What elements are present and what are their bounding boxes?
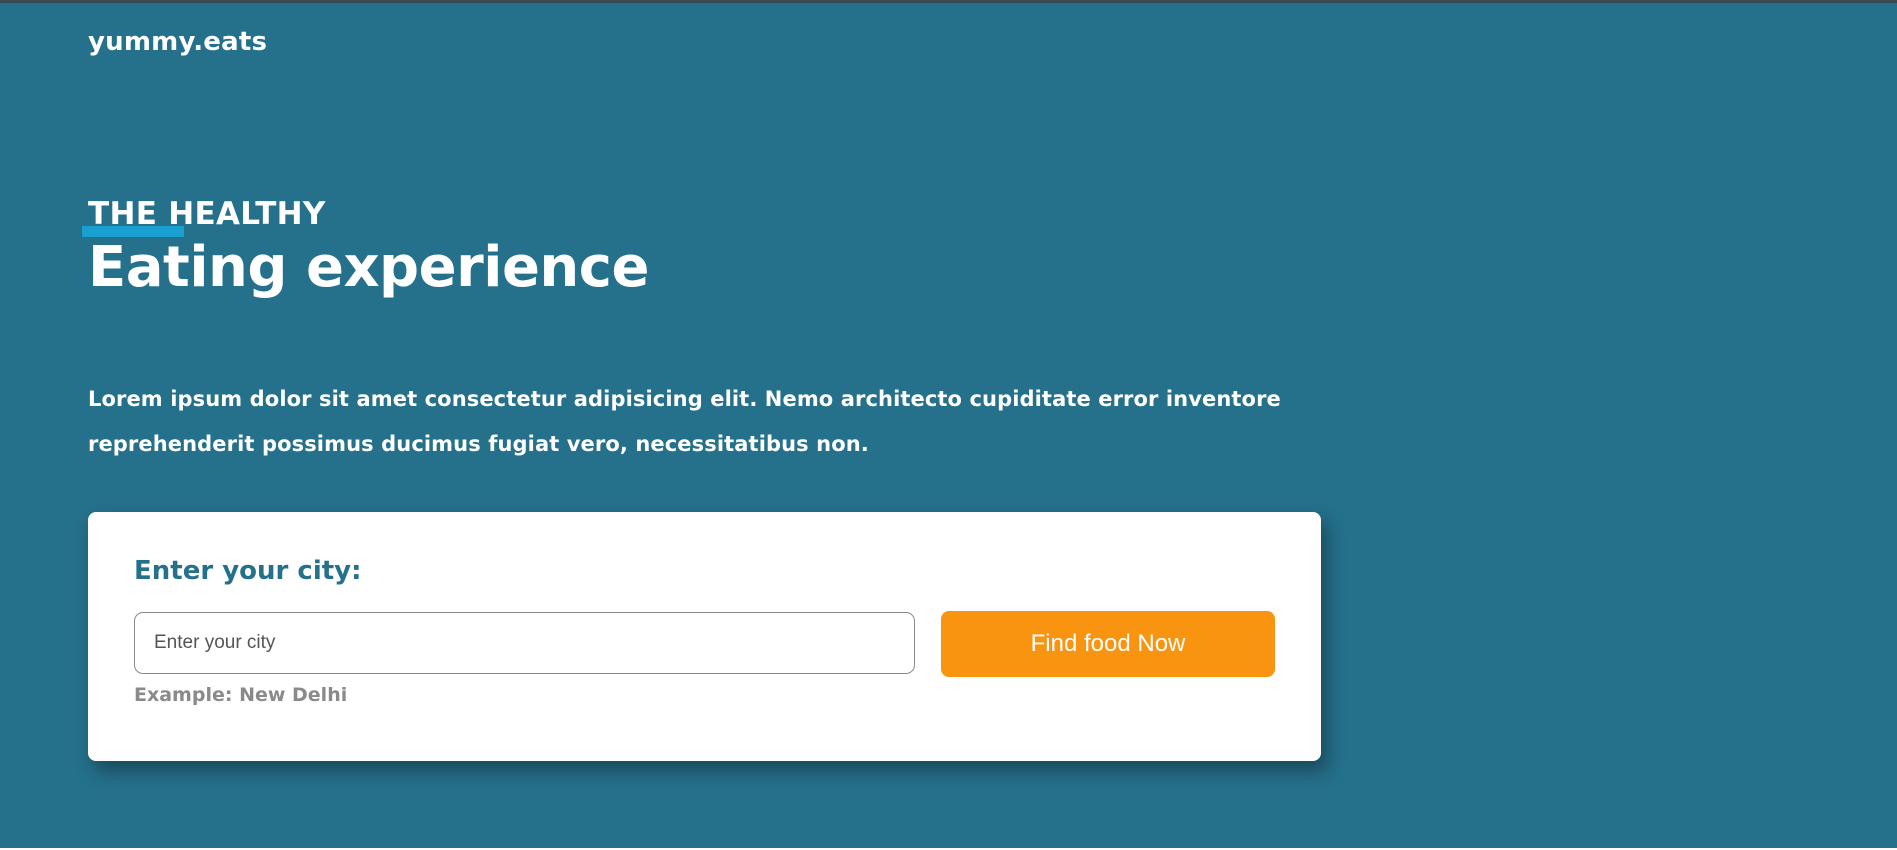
logo[interactable]: yummy.eats xyxy=(88,27,267,57)
hero-section: yummy.eats THE HEALTHY Eating experience… xyxy=(0,0,1897,848)
city-search-card: Enter your city: Find food Now Example: … xyxy=(88,512,1321,761)
city-input[interactable] xyxy=(134,612,915,674)
hero-headline: Eating experience xyxy=(88,235,649,300)
hero-subtitle: THE HEALTHY xyxy=(88,196,326,232)
find-food-button[interactable]: Find food Now xyxy=(941,611,1275,677)
hero-description: Lorem ipsum dolor sit amet consectetur a… xyxy=(88,387,1281,456)
city-example-hint: Example: New Delhi xyxy=(134,684,348,706)
city-label: Enter your city: xyxy=(134,556,362,586)
hero-subtitle-wrap: THE HEALTHY xyxy=(82,196,326,237)
